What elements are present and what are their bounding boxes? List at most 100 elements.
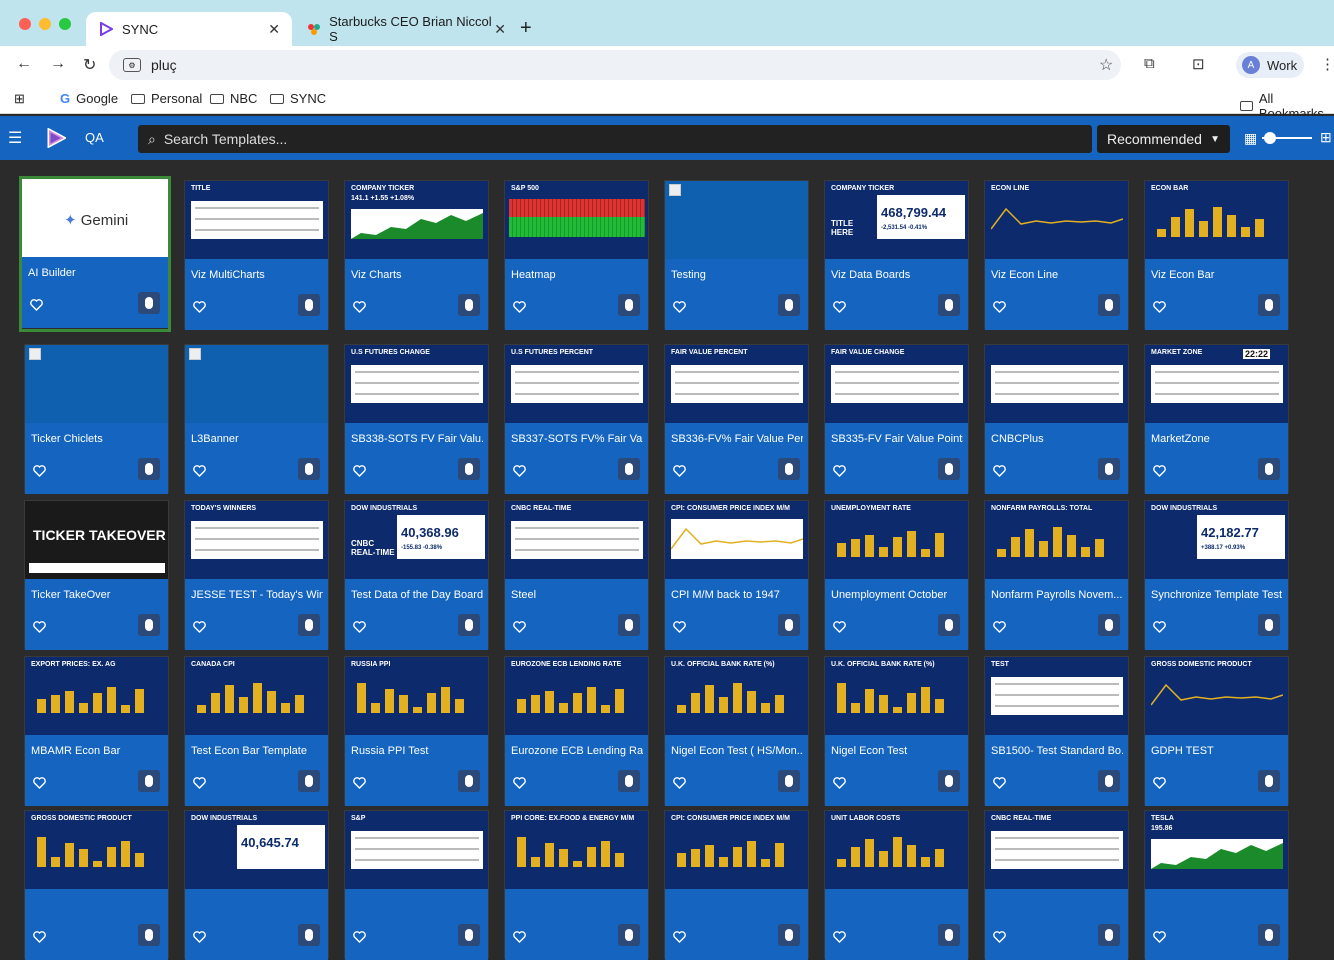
- template-card[interactable]: GROSS DOMESTIC PRODUCT: [24, 810, 169, 960]
- open-template-button[interactable]: [618, 458, 640, 480]
- forward-icon[interactable]: →: [50, 55, 66, 73]
- minimize-window-button[interactable]: [39, 18, 51, 30]
- open-template-button[interactable]: [458, 458, 480, 480]
- template-thumbnail[interactable]: COMPANY TICKER 141.1 +1.55 +1.08%: [345, 181, 488, 259]
- template-card[interactable]: Ticker Chiclets: [24, 344, 169, 494]
- template-card[interactable]: S&P 500 Heatmap: [504, 180, 649, 330]
- open-template-button[interactable]: [1098, 924, 1120, 946]
- favorite-heart-icon[interactable]: [513, 620, 526, 633]
- template-thumbnail[interactable]: CNBC REAL-TIME: [505, 501, 648, 579]
- template-thumbnail[interactable]: GROSS DOMESTIC PRODUCT: [25, 811, 168, 889]
- favorite-heart-icon[interactable]: [513, 776, 526, 789]
- open-template-button[interactable]: [458, 924, 480, 946]
- open-template-button[interactable]: [778, 294, 800, 316]
- template-thumbnail[interactable]: U.S FUTURES CHANGE: [345, 345, 488, 423]
- more-menu-icon[interactable]: ⋮: [1320, 55, 1334, 73]
- favorite-heart-icon[interactable]: [193, 776, 206, 789]
- favorite-heart-icon[interactable]: [673, 930, 686, 943]
- open-template-button[interactable]: [458, 294, 480, 316]
- open-template-button[interactable]: [938, 924, 960, 946]
- url-field[interactable]: ⚙ pluç: [109, 50, 1121, 80]
- favorite-heart-icon[interactable]: [1153, 300, 1166, 313]
- template-card[interactable]: NONFARM PAYROLLS: TOTAL Nonfarm Payrolls …: [984, 500, 1129, 650]
- close-window-button[interactable]: [19, 18, 31, 30]
- template-thumbnail[interactable]: TICKER TAKEOVER: [25, 501, 168, 579]
- template-thumbnail[interactable]: TITLE: [185, 181, 328, 259]
- template-thumbnail[interactable]: NONFARM PAYROLLS: TOTAL: [985, 501, 1128, 579]
- favorite-heart-icon[interactable]: [833, 930, 846, 943]
- open-template-button[interactable]: [1098, 770, 1120, 792]
- favorite-heart-icon[interactable]: [833, 620, 846, 633]
- favorite-heart-icon[interactable]: [993, 776, 1006, 789]
- template-card[interactable]: TITLE Viz MultiCharts: [184, 180, 329, 330]
- template-card[interactable]: FAIR VALUE CHANGE SB335-FV Fair Value Poi…: [824, 344, 969, 494]
- template-thumbnail[interactable]: DOW INDUSTRIALS 42,182.77 +388.17 +0.93%: [1145, 501, 1288, 579]
- template-thumbnail[interactable]: ECON LINE: [985, 181, 1128, 259]
- favorite-heart-icon[interactable]: [353, 464, 366, 477]
- favorite-heart-icon[interactable]: [833, 464, 846, 477]
- template-thumbnail[interactable]: RUSSIA PPI: [345, 657, 488, 735]
- template-card[interactable]: CNBCPlus: [984, 344, 1129, 494]
- template-thumbnail[interactable]: [185, 345, 328, 423]
- template-card[interactable]: MARKET ZONE 22:22 MarketZone: [1144, 344, 1289, 494]
- template-thumbnail[interactable]: FAIR VALUE PERCENT: [665, 345, 808, 423]
- template-card[interactable]: RUSSIA PPI Russia PPI Test: [344, 656, 489, 806]
- favorite-heart-icon[interactable]: [673, 776, 686, 789]
- template-card[interactable]: CNBC REAL-TIME: [984, 810, 1129, 960]
- open-template-button[interactable]: [1258, 294, 1280, 316]
- template-card[interactable]: FAIR VALUE PERCENT SB336-FV% Fair Value P…: [664, 344, 809, 494]
- template-card[interactable]: COMPANY TICKER 141.1 +1.55 +1.08% Viz Char…: [344, 180, 489, 330]
- favorite-heart-icon[interactable]: [353, 300, 366, 313]
- template-thumbnail[interactable]: S&P 500: [505, 181, 648, 259]
- favorite-heart-icon[interactable]: [833, 776, 846, 789]
- search-templates-input[interactable]: ⌕ Search Templates...: [138, 125, 1092, 153]
- open-template-button[interactable]: [298, 770, 320, 792]
- tab-sync[interactable]: SYNC ✕: [86, 12, 292, 46]
- template-card[interactable]: TICKER TAKEOVER Ticker TakeOver: [24, 500, 169, 650]
- favorite-heart-icon[interactable]: [33, 620, 46, 633]
- template-thumbnail[interactable]: MARKET ZONE 22:22: [1145, 345, 1288, 423]
- bookmark-sync[interactable]: SYNC: [270, 91, 326, 106]
- open-template-button[interactable]: [1098, 458, 1120, 480]
- open-template-button[interactable]: [778, 614, 800, 636]
- template-card[interactable]: S&P: [344, 810, 489, 960]
- site-settings-icon[interactable]: ⚙: [123, 58, 141, 72]
- favorite-heart-icon[interactable]: [30, 298, 43, 311]
- template-thumbnail[interactable]: [985, 345, 1128, 423]
- favorite-heart-icon[interactable]: [993, 620, 1006, 633]
- small-grid-icon[interactable]: ▦: [1244, 130, 1257, 147]
- maximize-window-button[interactable]: [59, 18, 71, 30]
- open-template-button[interactable]: [618, 770, 640, 792]
- extensions-icon[interactable]: ⧉: [1144, 55, 1155, 72]
- template-thumbnail[interactable]: [25, 345, 168, 423]
- open-template-button[interactable]: [138, 924, 160, 946]
- template-card[interactable]: TESLA 195.86: [1144, 810, 1289, 960]
- apps-grid-icon[interactable]: ⊞: [14, 91, 25, 107]
- favorite-heart-icon[interactable]: [513, 930, 526, 943]
- template-thumbnail[interactable]: CANADA CPI: [185, 657, 328, 735]
- open-template-button[interactable]: [1258, 770, 1280, 792]
- bookmark-nbc[interactable]: NBC: [210, 91, 257, 106]
- template-thumbnail[interactable]: DOW INDUSTRIALS 40,368.96 -155.83 -0.38% CN…: [345, 501, 488, 579]
- open-template-button[interactable]: [618, 614, 640, 636]
- template-card[interactable]: CPI: CONSUMER PRICE INDEX M/M: [664, 810, 809, 960]
- open-template-button[interactable]: [1098, 614, 1120, 636]
- large-grid-icon[interactable]: ⊞: [1320, 129, 1332, 146]
- favorite-heart-icon[interactable]: [833, 300, 846, 313]
- open-template-button[interactable]: [778, 924, 800, 946]
- template-thumbnail[interactable]: COMPANY TICKER 468,799.44 -2,531.54 -0.41%…: [825, 181, 968, 259]
- open-template-button[interactable]: [618, 924, 640, 946]
- template-thumbnail[interactable]: FAIR VALUE CHANGE: [825, 345, 968, 423]
- favorite-heart-icon[interactable]: [33, 776, 46, 789]
- open-template-button[interactable]: [938, 770, 960, 792]
- template-thumbnail[interactable]: TESLA 195.86: [1145, 811, 1288, 889]
- template-thumbnail[interactable]: DOW INDUSTRIALS 40,645.74: [185, 811, 328, 889]
- favorite-heart-icon[interactable]: [1153, 776, 1166, 789]
- menu-icon[interactable]: ☰: [8, 128, 22, 148]
- template-thumbnail[interactable]: TEST: [985, 657, 1128, 735]
- template-card[interactable]: L3Banner: [184, 344, 329, 494]
- open-template-button[interactable]: [778, 770, 800, 792]
- template-thumbnail[interactable]: UNEMPLOYMENT RATE: [825, 501, 968, 579]
- template-card[interactable]: DOW INDUSTRIALS 40,645.74: [184, 810, 329, 960]
- open-template-button[interactable]: [298, 458, 320, 480]
